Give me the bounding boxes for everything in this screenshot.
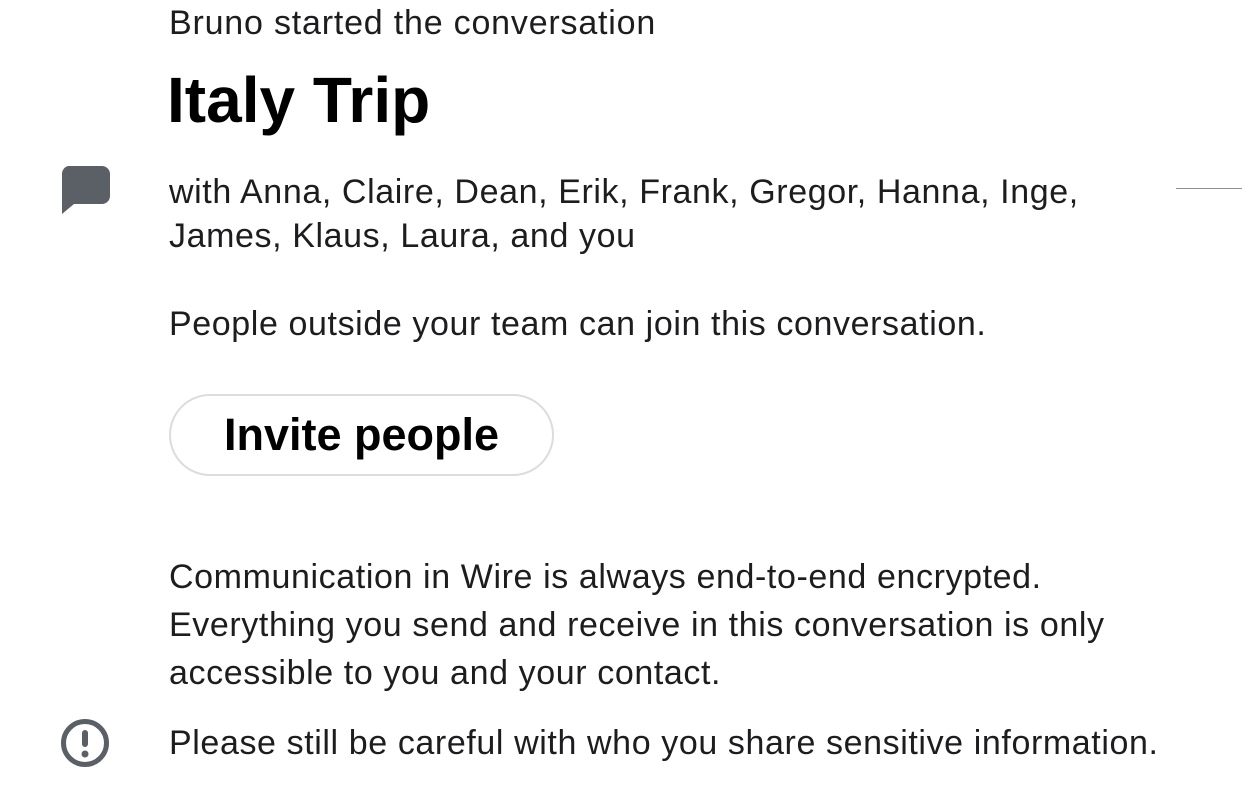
divider-line bbox=[1176, 188, 1242, 189]
conversation-title: Italy Trip bbox=[167, 64, 431, 136]
exclamation-circle-icon bbox=[61, 719, 109, 767]
encryption-notice: Communication in Wire is always end-to-e… bbox=[169, 558, 1105, 692]
invite-people-button[interactable]: Invite people bbox=[169, 394, 554, 476]
participants-list: with Anna, Claire, Dean, Erik, Frank, Gr… bbox=[169, 173, 1079, 255]
conversation-started-text: Bruno started the conversation bbox=[169, 4, 657, 42]
message-bubble-icon bbox=[61, 166, 110, 214]
sensitive-info-warning: Please still be careful with who you sha… bbox=[169, 724, 1159, 762]
guests-notice: People outside your team can join this c… bbox=[169, 305, 987, 343]
